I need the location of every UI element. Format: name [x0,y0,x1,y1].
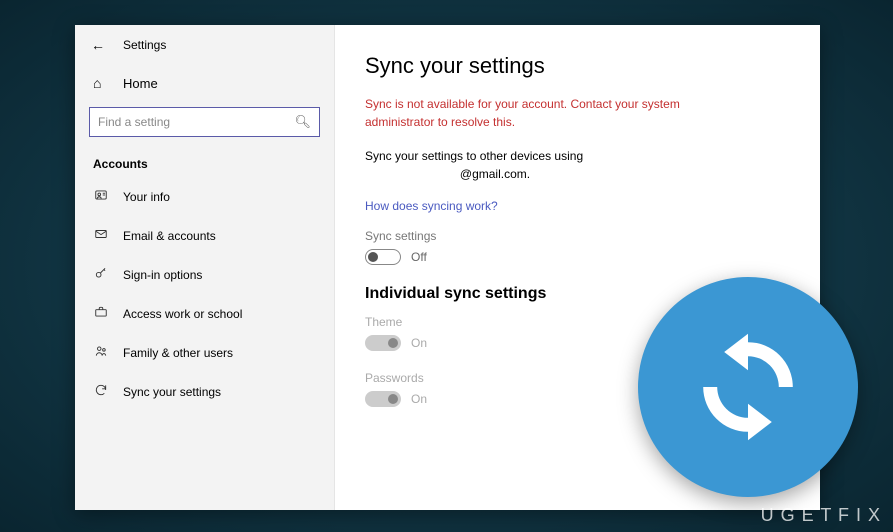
sync-settings-toggle[interactable] [365,249,401,265]
passwords-state: On [411,392,427,406]
sidebar-item-email-accounts[interactable]: Email & accounts [75,216,334,255]
sync-badge-overlay [638,277,858,497]
sidebar-item-family-users[interactable]: Family & other users [75,333,334,372]
home-icon: ⌂ [93,75,109,91]
sidebar-item-work-school[interactable]: Access work or school [75,294,334,333]
key-icon [93,266,109,283]
sync-settings-label: Sync settings [365,229,790,243]
sidebar-item-sync-settings[interactable]: Sync your settings [75,372,334,411]
page-title: Sync your settings [365,53,790,79]
nav-label: Access work or school [123,307,242,321]
sidebar: ← Settings ⌂ Home 🔍︎ Accounts Your info … [75,25,335,510]
window-title: Settings [123,38,166,52]
people-icon [93,344,109,361]
watermark: U G E T F I X [761,505,881,526]
sync-settings-state: Off [411,250,427,264]
theme-state: On [411,336,427,350]
title-bar: ← Settings [75,25,334,65]
back-arrow-icon[interactable]: ← [91,37,105,53]
search-container: 🔍︎ [75,101,334,147]
sync-arrows-icon [678,317,818,457]
home-label: Home [123,76,158,91]
search-input[interactable]: 🔍︎ [89,107,320,137]
briefcase-icon [93,305,109,322]
sync-settings-toggle-row: Off [365,249,790,265]
theme-toggle[interactable] [365,335,401,351]
sidebar-item-your-info[interactable]: Your info [75,177,334,216]
sync-icon [93,383,109,400]
how-syncing-works-link[interactable]: How does syncing work? [365,199,498,213]
home-nav[interactable]: ⌂ Home [75,65,334,101]
nav-label: Email & accounts [123,229,216,243]
search-icon: 🔍︎ [294,114,311,130]
passwords-toggle[interactable] [365,391,401,407]
desc-line2: @gmail.com. [460,167,530,181]
desc-line1: Sync your settings to other devices usin… [365,149,583,163]
nav-label: Sign-in options [123,268,202,282]
error-message: Sync is not available for your account. … [365,95,705,131]
sync-description: Sync your settings to other devices usin… [365,147,790,183]
nav-label: Your info [123,190,170,204]
sidebar-section-title: Accounts [75,147,334,177]
sidebar-item-signin-options[interactable]: Sign-in options [75,255,334,294]
search-field[interactable] [98,115,294,129]
nav-label: Family & other users [123,346,233,360]
user-icon [93,188,109,205]
nav-label: Sync your settings [123,385,221,399]
mail-icon [93,227,109,244]
